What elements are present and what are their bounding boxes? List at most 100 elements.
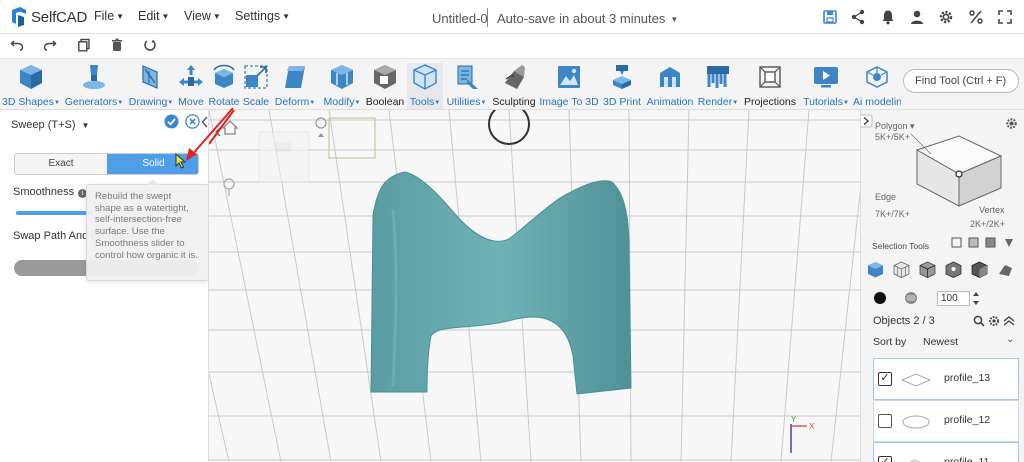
- app-name: SelfCAD: [31, 8, 88, 26]
- tool-animation[interactable]: Animation: [645, 63, 695, 109]
- tool-tools[interactable]: Tools▼: [407, 63, 443, 109]
- document-title[interactable]: Untitled-0: [432, 11, 488, 26]
- objects-search-icon[interactable]: [973, 315, 985, 327]
- select-object-icon[interactable]: [867, 261, 884, 278]
- tool-scale[interactable]: Scale: [242, 63, 270, 109]
- select-vertex-icon[interactable]: [945, 261, 962, 278]
- modify-icon: [331, 65, 353, 89]
- selection-mode-cube[interactable]: [899, 128, 1005, 210]
- object-list-item[interactable]: ✓ profile_13: [873, 358, 1019, 400]
- object-thumbnail-icon: [902, 415, 930, 429]
- menu-edit[interactable]: Edit ▼: [138, 9, 169, 23]
- delete-trash-icon[interactable]: [110, 38, 124, 52]
- sweep-mode-toggle: Exact Solid: [14, 153, 199, 175]
- ai-modeling-icon: [866, 66, 888, 88]
- tools-icon: [413, 64, 437, 90]
- 3d-print-icon: [613, 65, 631, 89]
- select-polygon-icon[interactable]: [893, 261, 910, 278]
- select-face-icon[interactable]: [971, 261, 988, 278]
- utilities-icon: [457, 65, 478, 89]
- menu-settings[interactable]: Settings ▼: [235, 9, 290, 23]
- sweep-tool-panel: Sweep (T+S) ▼ Exact Solid Smoothness i Swa…: [0, 110, 209, 462]
- axis-indicator: Y X: [790, 415, 815, 453]
- quick-actions-bar: [0, 34, 1024, 58]
- tool-image-to-3d[interactable]: Image To 3D: [539, 63, 599, 109]
- tool-modify[interactable]: Modify▼: [320, 63, 364, 109]
- 3d-model-m-shape[interactable]: [370, 171, 632, 395]
- select-edge-icon[interactable]: [919, 261, 936, 278]
- notifications-bell-icon[interactable]: [880, 9, 896, 25]
- object-list-item[interactable]: profile_12: [873, 400, 1019, 442]
- chevron-down-icon[interactable]: ⌄: [1006, 334, 1014, 345]
- axis-y-label: Y: [791, 415, 797, 424]
- boolean-icon: [374, 65, 396, 89]
- navigation-pan-icon[interactable]: [315, 117, 327, 137]
- tool-utilities[interactable]: Utilities▼: [444, 63, 489, 109]
- tutorials-icon: [814, 67, 838, 88]
- object-visibility-checkbox[interactable]: [878, 414, 892, 428]
- share-icon[interactable]: [850, 9, 866, 25]
- object-name: profile_12: [944, 414, 991, 426]
- brush-soft-icon[interactable]: [904, 291, 918, 305]
- app-logo[interactable]: SelfCAD: [10, 7, 87, 27]
- tool-deform[interactable]: Deform▼: [271, 63, 319, 109]
- edge-label[interactable]: Edge: [875, 192, 896, 202]
- tool-3d-shapes[interactable]: 3D Shapes▼: [0, 63, 62, 109]
- user-account-icon[interactable]: [909, 9, 925, 25]
- menu-view[interactable]: View ▼: [184, 9, 221, 23]
- sort-by-select[interactable]: Newest: [923, 336, 958, 348]
- 3d-viewport[interactable]: Y X: [209, 110, 860, 462]
- cube-icon: [20, 65, 42, 89]
- copy-icon[interactable]: [77, 38, 91, 52]
- tool-projections[interactable]: Projections: [741, 63, 799, 109]
- image-to-3d-icon: [558, 66, 580, 88]
- tool-rotate[interactable]: Rotate: [207, 63, 241, 109]
- tool-drawing[interactable]: Drawing▼: [126, 63, 176, 109]
- solid-mode-tooltip: Rebuild the swept shape as a watertight,…: [86, 179, 209, 281]
- vertex-label[interactable]: Vertex: [979, 205, 1005, 215]
- object-name: profile_11: [944, 456, 990, 462]
- tool-sculpting[interactable]: Sculpting: [490, 63, 538, 109]
- redo-icon[interactable]: [43, 38, 57, 52]
- fullscreen-icon[interactable]: [997, 9, 1013, 25]
- units-percent-icon[interactable]: [968, 9, 984, 25]
- tool-3d-print[interactable]: 3D Print: [600, 63, 644, 109]
- panel-settings-gear-icon[interactable]: [1005, 117, 1018, 130]
- title-divider: [487, 8, 488, 27]
- object-visibility-checkbox[interactable]: ✓: [878, 456, 892, 462]
- object-list-item[interactable]: ✓ profile_11: [873, 442, 1019, 462]
- deform-icon: [285, 66, 305, 88]
- tool-generators[interactable]: Generators▼: [63, 63, 125, 109]
- smoothness-slider-fill: [16, 211, 94, 215]
- objects-expand-icon[interactable]: [1003, 316, 1015, 326]
- drawing-icon: [142, 65, 158, 89]
- selection-mini-tools[interactable]: [951, 236, 1021, 250]
- tool-move[interactable]: Move: [176, 63, 206, 109]
- selection-outline: [328, 117, 376, 159]
- tool-render[interactable]: Render▼: [696, 63, 740, 109]
- undo-icon[interactable]: [10, 38, 24, 52]
- menu-file[interactable]: File ▼: [94, 9, 124, 23]
- tool-ai-modeling[interactable]: Ai modeling: [853, 63, 901, 109]
- mode-exact-button[interactable]: Exact: [15, 154, 107, 174]
- panel-title[interactable]: Sweep (T+S) ▼: [11, 119, 89, 131]
- view-cube-ghost: [258, 131, 310, 183]
- apply-check-icon[interactable]: [164, 114, 179, 129]
- tool-tutorials[interactable]: Tutorials▼: [800, 63, 852, 109]
- save-icon[interactable]: [822, 9, 838, 25]
- settings-gear-icon[interactable]: [938, 9, 954, 25]
- find-tool-search[interactable]: Find Tool (Ctrl + F): [903, 69, 1019, 93]
- viewport-scene[interactable]: Y X: [209, 110, 860, 462]
- expand-right-panel-chevron-icon[interactable]: [860, 114, 873, 128]
- edge-count: 7K+/7K+: [875, 209, 911, 219]
- object-thumbnail-icon: [900, 373, 932, 387]
- tool-boolean[interactable]: Boolean: [364, 63, 406, 109]
- objects-settings-gear-icon[interactable]: [988, 315, 1000, 327]
- brush-size-stepper-icon[interactable]: [972, 290, 980, 307]
- select-paint-icon[interactable]: [997, 261, 1014, 278]
- brush-size-input[interactable]: 100: [937, 291, 970, 306]
- object-visibility-checkbox[interactable]: ✓: [878, 372, 892, 386]
- autosave-status[interactable]: Auto-save in about 3 minutes ▼: [497, 11, 678, 26]
- reset-view-icon[interactable]: [143, 38, 157, 52]
- brush-solid-icon[interactable]: [873, 291, 887, 305]
